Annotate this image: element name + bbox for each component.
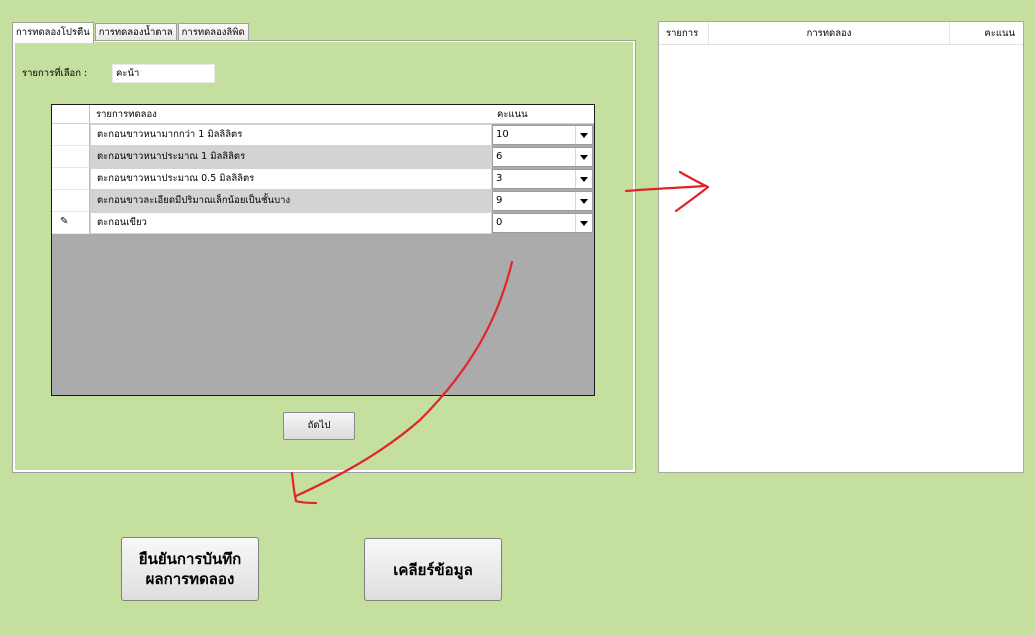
clear-data-button[interactable]: เคลียร์ข้อมูล <box>364 538 502 601</box>
table-row[interactable]: ตะกอนขาวหนาประมาณ 0.5 มิลลิลิตร 3 <box>52 168 594 190</box>
score-dropdown[interactable]: 10 <box>492 125 593 145</box>
experiment-name-cell[interactable]: ตะกอนขาวหนาประมาณ 0.5 มิลลิลิตร <box>90 168 492 190</box>
pencil-icon: ✎ <box>60 216 69 227</box>
row-header[interactable] <box>52 190 90 212</box>
score-value: 6 <box>496 151 503 162</box>
grid-header: รายการทดลอง คะแนน <box>52 105 594 124</box>
confirm-save-label-line1: ยืนยันการบันทึก <box>138 550 242 568</box>
confirm-save-label-line2: ผลการทดลอง <box>145 570 235 588</box>
grid-header-experiment[interactable]: รายการทดลอง <box>90 105 491 123</box>
experiment-grid[interactable]: รายการทดลอง คะแนน ตะกอนขาวหนามากกว่า 1 ม… <box>51 104 595 396</box>
experiment-name-cell[interactable]: ตะกอนขาวหนามากกว่า 1 มิลลิลิตร <box>90 124 492 146</box>
score-dropdown[interactable]: 0 <box>492 213 593 233</box>
table-row[interactable]: ตะกอนขาวหนาประมาณ 1 มิลลิลิตร 6 <box>52 146 594 168</box>
experiment-name-cell[interactable]: ตะกอนเขียว <box>90 212 492 234</box>
table-row[interactable]: ✎ ตะกอนเขียว 0 <box>52 212 594 234</box>
score-dropdown[interactable]: 3 <box>492 169 593 189</box>
score-value: 10 <box>496 129 509 140</box>
row-header[interactable] <box>52 168 90 190</box>
score-value: 9 <box>496 195 503 206</box>
selected-item-field[interactable]: คะน้า <box>112 64 215 83</box>
confirm-save-label: ยืนยันการบันทึก ผลการทดลอง <box>139 549 241 589</box>
grid-header-rowhead[interactable] <box>52 105 90 123</box>
experiment-name-cell[interactable]: ตะกอนขาวหนาประมาณ 1 มิลลิลิตร <box>90 146 492 168</box>
tab-strip: การทดลองโปรตีน การทดลองน้ำตาล การทดลองลิ… <box>12 22 250 43</box>
score-value: 0 <box>496 217 503 228</box>
column-header-score[interactable]: คะแนน <box>950 22 1023 44</box>
table-row[interactable]: ตะกอนขาวละเอียดมีปริมาณเล็กน้อยเป็นชั้นบ… <box>52 190 594 212</box>
chevron-down-icon[interactable] <box>575 126 592 144</box>
grid-header-score[interactable]: คะแนน <box>491 105 594 123</box>
column-header-experiment[interactable]: การทดลอง <box>709 22 950 44</box>
experiment-name-cell[interactable]: ตะกอนขาวละเอียดมีปริมาณเล็กน้อยเป็นชั้นบ… <box>90 190 492 212</box>
row-header[interactable] <box>52 146 90 168</box>
score-value: 3 <box>496 173 503 184</box>
chevron-down-icon[interactable] <box>575 148 592 166</box>
score-dropdown[interactable]: 9 <box>492 191 593 211</box>
chevron-down-icon[interactable] <box>575 192 592 210</box>
results-list-header: รายการ การทดลอง คะแนน <box>659 22 1023 45</box>
row-header[interactable]: ✎ <box>52 212 90 234</box>
chevron-down-icon[interactable] <box>575 170 592 188</box>
next-button[interactable]: ถัดไป <box>283 412 355 440</box>
score-dropdown[interactable]: 6 <box>492 147 593 167</box>
column-header-item[interactable]: รายการ <box>659 22 709 44</box>
row-header[interactable] <box>52 124 90 146</box>
table-row[interactable]: ตะกอนขาวหนามากกว่า 1 มิลลิลิตร 10 <box>52 124 594 146</box>
tab-protein-experiment[interactable]: การทดลองโปรตีน <box>12 22 94 43</box>
chevron-down-icon[interactable] <box>575 214 592 232</box>
confirm-save-button[interactable]: ยืนยันการบันทึก ผลการทดลอง <box>121 537 259 601</box>
selected-item-label: รายการที่เลือก : <box>22 68 88 79</box>
results-list[interactable]: รายการ การทดลอง คะแนน <box>658 21 1024 473</box>
